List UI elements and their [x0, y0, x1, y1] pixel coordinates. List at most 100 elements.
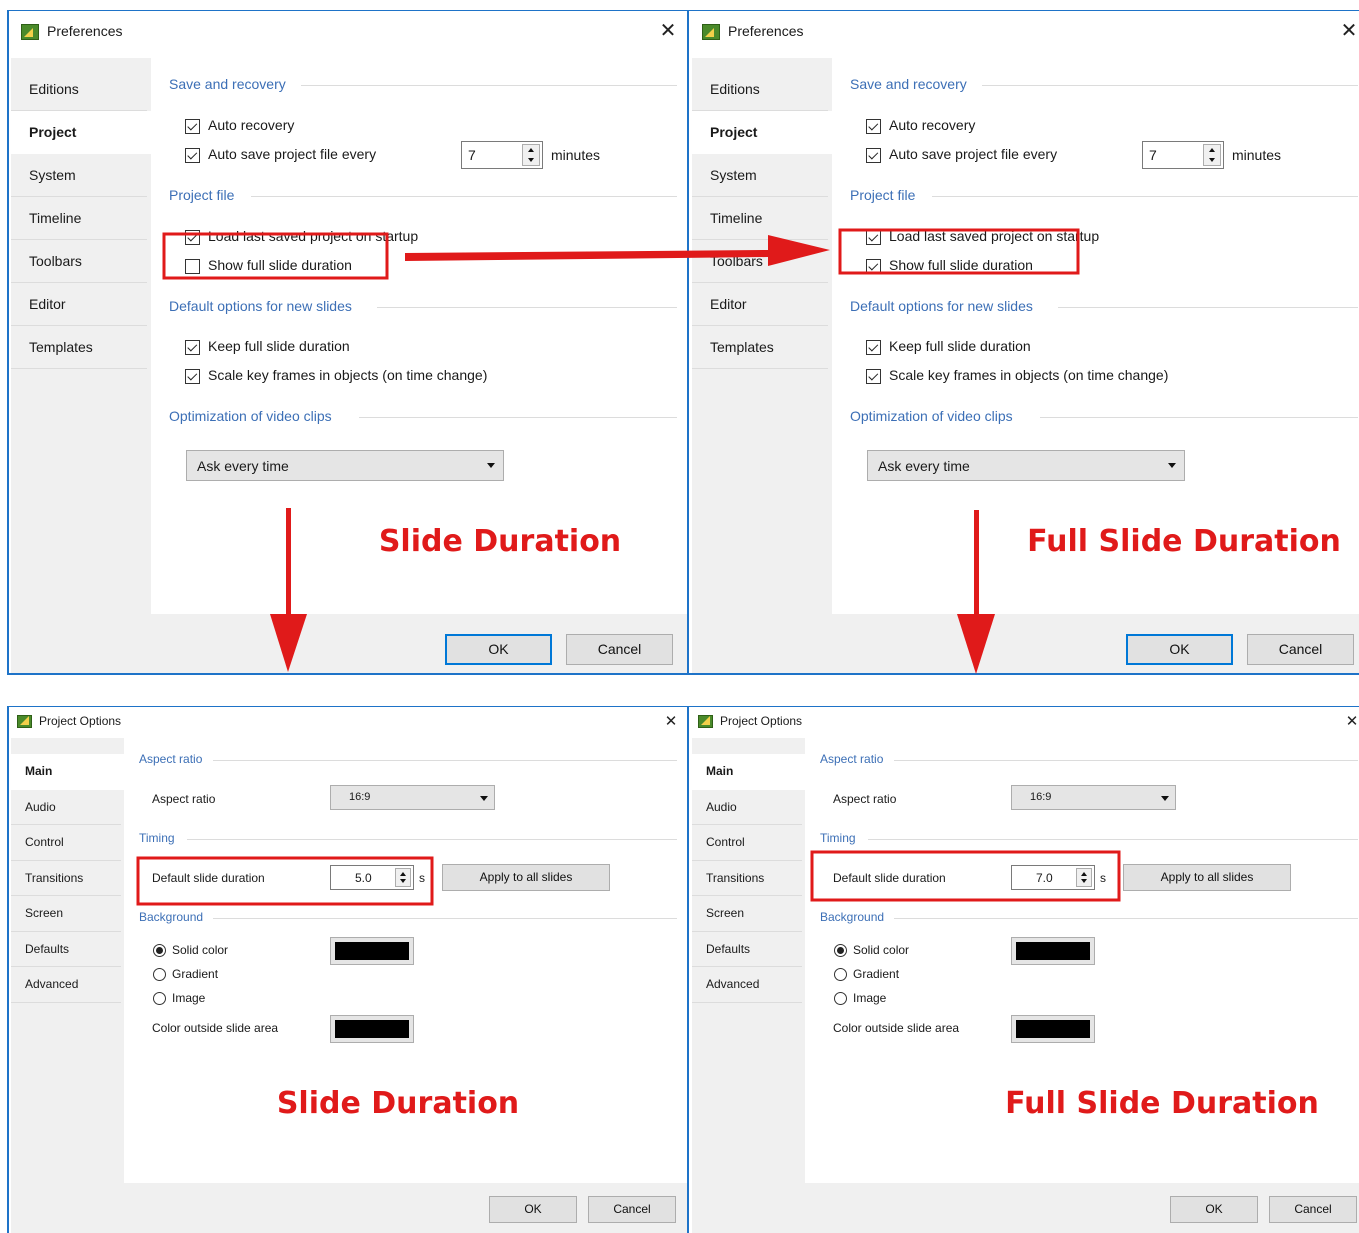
- tab-audio[interactable]: Audio: [692, 789, 802, 825]
- default-duration-spinner[interactable]: 7.0: [1011, 865, 1095, 890]
- solid-color-swatch[interactable]: [1011, 937, 1095, 965]
- close-icon[interactable]: ✕: [1340, 710, 1359, 734]
- tab-toolbars[interactable]: Toolbars: [692, 240, 828, 283]
- tab-transitions[interactable]: Transitions: [11, 860, 121, 896]
- radio-solid-color[interactable]: [153, 944, 166, 957]
- tab-system[interactable]: System: [11, 154, 147, 197]
- ok-button[interactable]: OK: [489, 1196, 577, 1223]
- tab-label: Editor: [29, 296, 66, 312]
- tab-system[interactable]: System: [692, 154, 828, 197]
- radio-gradient[interactable]: [153, 968, 166, 981]
- checkbox[interactable]: [866, 340, 881, 355]
- title-bar: Preferences ✕: [690, 10, 1359, 58]
- tab-editor[interactable]: Editor: [11, 283, 147, 326]
- radio-solid-color[interactable]: [834, 944, 847, 957]
- tab-defaults[interactable]: Defaults: [692, 931, 802, 967]
- radio-gradient[interactable]: [834, 968, 847, 981]
- spin-up-icon[interactable]: [400, 872, 406, 876]
- solid-color-swatch[interactable]: [330, 937, 414, 965]
- spin-up-icon[interactable]: [528, 148, 534, 152]
- outside-color-swatch[interactable]: [330, 1015, 414, 1043]
- tab-label: Audio: [25, 799, 56, 814]
- tab-screen[interactable]: Screen: [692, 896, 802, 932]
- spinner-buttons[interactable]: [1203, 144, 1221, 166]
- tab-transitions[interactable]: Transitions: [692, 860, 802, 896]
- aspect-ratio-dropdown[interactable]: 16:9: [1011, 785, 1176, 810]
- spinner-value: 7.0: [1036, 871, 1053, 885]
- preferences-dialog: Preferences ✕ Editions Project System Timel…: [9, 10, 689, 675]
- close-icon[interactable]: ✕: [659, 710, 683, 734]
- spin-down-icon[interactable]: [400, 879, 406, 883]
- checkbox[interactable]: [866, 230, 881, 245]
- radio-image[interactable]: [153, 992, 166, 1005]
- apply-to-all-button[interactable]: Apply to all slides: [1123, 864, 1291, 891]
- spinner-buttons[interactable]: [1076, 868, 1092, 887]
- tab-timeline[interactable]: Timeline: [692, 197, 828, 240]
- spin-down-icon[interactable]: [528, 158, 534, 162]
- checkbox[interactable]: [866, 259, 881, 274]
- tab-defaults[interactable]: Defaults: [11, 931, 121, 967]
- tab-control[interactable]: Control: [692, 825, 802, 861]
- cancel-button[interactable]: Cancel: [566, 634, 673, 665]
- checkbox[interactable]: [185, 259, 200, 274]
- window-border: [687, 10, 689, 675]
- spin-up-icon[interactable]: [1081, 872, 1087, 876]
- ok-button[interactable]: OK: [1170, 1196, 1258, 1223]
- section-divider: [932, 196, 1358, 197]
- tab-main[interactable]: Main: [11, 754, 125, 790]
- window-border: [7, 673, 1359, 675]
- optimization-dropdown[interactable]: Ask every time: [867, 450, 1185, 481]
- tab-main[interactable]: Main: [692, 754, 806, 790]
- tab-project[interactable]: Project: [11, 111, 151, 154]
- radio-gradient-label: Gradient: [172, 967, 219, 981]
- auto-save-minutes-spinner[interactable]: 7: [1142, 141, 1224, 169]
- close-icon[interactable]: ✕: [653, 16, 683, 46]
- default-duration-spinner[interactable]: 5.0: [330, 865, 414, 890]
- tab-advanced[interactable]: Advanced: [11, 967, 121, 1003]
- apply-to-all-button[interactable]: Apply to all slides: [442, 864, 610, 891]
- cancel-button[interactable]: Cancel: [1247, 634, 1354, 665]
- checkbox[interactable]: [185, 230, 200, 245]
- tab-screen[interactable]: Screen: [11, 896, 121, 932]
- spin-down-icon[interactable]: [1081, 879, 1087, 883]
- checkbox[interactable]: [866, 119, 881, 134]
- checkbox-label: Keep full slide duration: [208, 338, 350, 354]
- checkbox[interactable]: [185, 119, 200, 134]
- tab-toolbars[interactable]: Toolbars: [11, 240, 147, 283]
- auto-save-minutes-spinner[interactable]: 7: [461, 141, 543, 169]
- tab-editions[interactable]: Editions: [11, 68, 147, 111]
- checkbox[interactable]: [185, 369, 200, 384]
- cancel-button[interactable]: Cancel: [1269, 1196, 1357, 1223]
- swatch-fill: [1016, 942, 1090, 960]
- ok-button[interactable]: OK: [445, 634, 552, 665]
- spinner-buttons[interactable]: [395, 868, 411, 887]
- radio-image[interactable]: [834, 992, 847, 1005]
- checkbox[interactable]: [185, 148, 200, 163]
- cancel-button[interactable]: Cancel: [588, 1196, 676, 1223]
- default-duration-label: Default slide duration: [833, 871, 946, 885]
- checkbox[interactable]: [185, 340, 200, 355]
- checkbox[interactable]: [866, 369, 881, 384]
- close-icon[interactable]: ✕: [1334, 16, 1359, 46]
- tab-templates[interactable]: Templates: [692, 326, 828, 369]
- section-default-options: Default options for new slides: [850, 298, 1033, 314]
- tab-audio[interactable]: Audio: [11, 789, 121, 825]
- spinner-buttons[interactable]: [522, 144, 540, 166]
- tab-timeline[interactable]: Timeline: [11, 197, 147, 240]
- ok-button[interactable]: OK: [1126, 634, 1233, 665]
- tab-editions[interactable]: Editions: [692, 68, 828, 111]
- tab-label: System: [710, 167, 757, 183]
- tab-advanced[interactable]: Advanced: [692, 967, 802, 1003]
- checkbox[interactable]: [866, 148, 881, 163]
- tab-editor[interactable]: Editor: [692, 283, 828, 326]
- checkbox-label: Keep full slide duration: [889, 338, 1031, 354]
- tab-templates[interactable]: Templates: [11, 326, 147, 369]
- spin-up-icon[interactable]: [1209, 148, 1215, 152]
- spin-down-icon[interactable]: [1209, 158, 1215, 162]
- aspect-ratio-dropdown[interactable]: 16:9: [330, 785, 495, 810]
- optimization-dropdown[interactable]: Ask every time: [186, 450, 504, 481]
- outside-color-swatch[interactable]: [1011, 1015, 1095, 1043]
- duration-unit: s: [419, 871, 425, 885]
- tab-project[interactable]: Project: [692, 111, 832, 154]
- tab-control[interactable]: Control: [11, 825, 121, 861]
